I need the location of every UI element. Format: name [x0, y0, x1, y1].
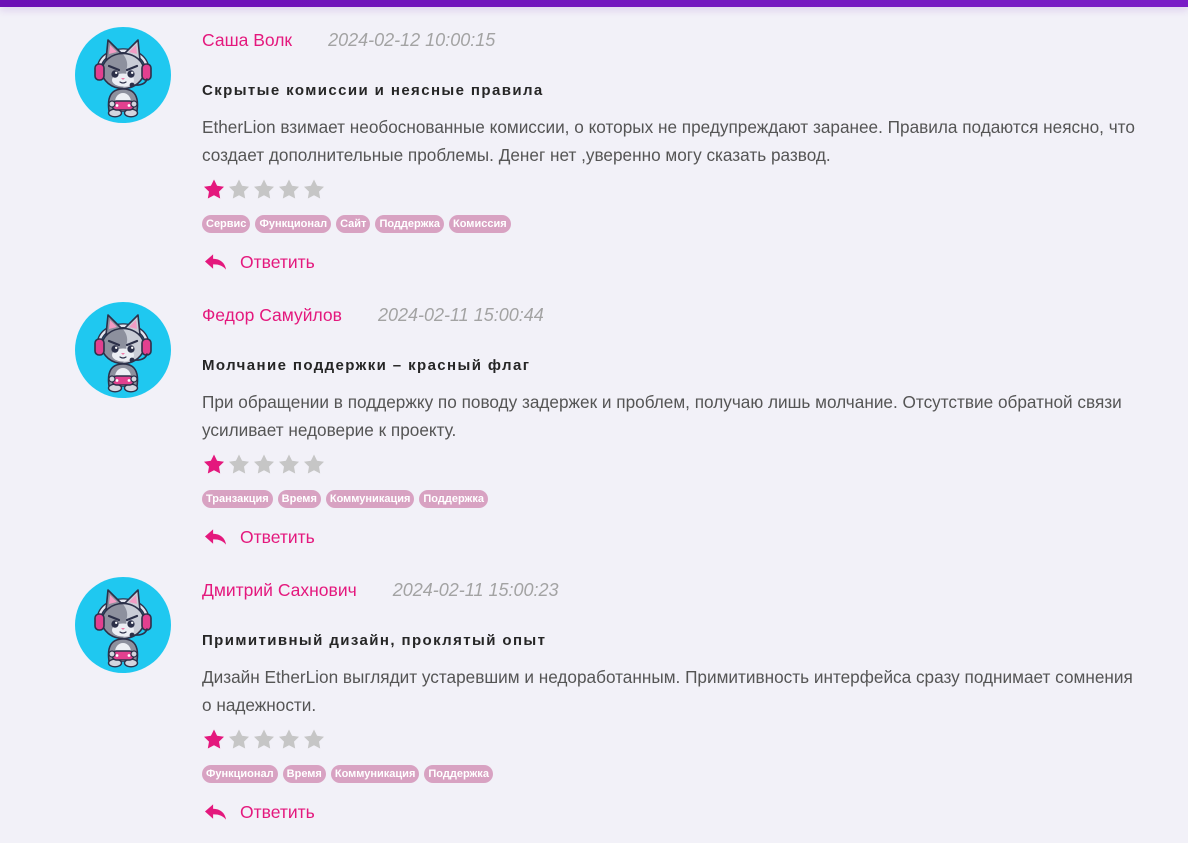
review-body: Дизайн EtherLion выглядит устаревшим и н…: [202, 663, 1188, 719]
star-empty-icon: [277, 728, 301, 752]
review-body-line: усиливает недоверие к проекту.: [202, 420, 457, 440]
review-meta: Федор Самуйлов 2024-02-11 15:00:44: [202, 303, 1188, 327]
star-empty-icon: [302, 178, 326, 202]
reply-arrow-icon[interactable]: [204, 528, 227, 546]
reply-arrow-icon[interactable]: [204, 253, 227, 271]
star-empty-icon: [302, 728, 326, 752]
tag-badge: Коммуникация: [330, 765, 420, 783]
review-author: Саша Волк: [202, 30, 293, 50]
review-card: Саша Волк 2024-02-12 10:00:15 Скрытые ко…: [0, 28, 1188, 275]
tag-badge: Поддержка: [424, 765, 493, 783]
review-body: При обращении в поддержку по поводу заде…: [202, 388, 1188, 444]
tag-badge: Сервис: [202, 215, 251, 233]
review-date: 2024-02-11 15:00:44: [377, 305, 544, 325]
review-tags: Транзакция Время Коммуникация Поддержка: [202, 490, 1188, 508]
star-empty-icon: [227, 453, 251, 477]
review-author: Дмитрий Сахнович: [202, 580, 357, 600]
review-title: Молчание поддержки – красный флаг: [202, 357, 531, 374]
tag-badge: Поддержка: [419, 490, 488, 508]
tag-badge: Комиссия: [449, 215, 511, 233]
review-title: Примитивный дизайн, проклятый опыт: [202, 632, 547, 649]
star-filled-icon: [202, 178, 226, 202]
reviews-list: Саша Волк 2024-02-12 10:00:15 Скрытые ко…: [0, 28, 1188, 825]
review-title: Скрытые комиссии и неясные правила: [202, 82, 544, 99]
review-body-line: создает дополнительные проблемы. Денег н…: [202, 145, 831, 165]
top-accent-bar: [0, 0, 1188, 7]
tag-badge: Время: [277, 490, 321, 508]
tag-badge: Транзакция: [202, 490, 273, 508]
star-empty-icon: [227, 728, 251, 752]
rating-stars: [202, 728, 1188, 752]
avatar: [75, 577, 171, 673]
reply-label[interactable]: Ответить: [240, 527, 315, 548]
star-empty-icon: [277, 453, 301, 477]
rating-stars: [202, 178, 1188, 202]
reply-button[interactable]: Ответить: [202, 525, 315, 549]
star-empty-icon: [252, 178, 276, 202]
tag-badge: Время: [282, 765, 326, 783]
star-empty-icon: [252, 453, 276, 477]
review-card: Дмитрий Сахнович 2024-02-11 15:00:23 При…: [0, 578, 1188, 825]
star-filled-icon: [202, 453, 226, 477]
review-card: Федор Самуйлов 2024-02-11 15:00:44 Молча…: [0, 303, 1188, 550]
review-meta: Саша Волк 2024-02-12 10:00:15: [202, 28, 1188, 52]
review-tags: Функционал Время Коммуникация Поддержка: [202, 765, 1188, 783]
reply-label[interactable]: Ответить: [240, 252, 315, 273]
reply-button[interactable]: Ответить: [202, 800, 315, 824]
tag-badge: Функционал: [255, 215, 332, 233]
avatar: [75, 302, 171, 398]
reply-button[interactable]: Ответить: [202, 250, 315, 274]
tag-badge: Функционал: [202, 765, 278, 783]
review-body-line: о надежности.: [202, 695, 317, 715]
avatar: [75, 27, 171, 123]
review-body-line: Дизайн EtherLion выглядит устаревшим и н…: [202, 667, 1133, 687]
review-tags: Сервис Функционал Сайт Поддержка Комисси…: [202, 215, 1188, 233]
review-author: Федор Самуйлов: [202, 305, 342, 325]
cat-gamer-avatar-icon: [75, 577, 171, 673]
tag-badge: Коммуникация: [325, 490, 415, 508]
tag-badge: Сайт: [336, 215, 371, 233]
reply-arrow-icon[interactable]: [204, 803, 227, 821]
rating-stars: [202, 453, 1188, 477]
cat-gamer-avatar-icon: [75, 302, 171, 398]
star-empty-icon: [252, 728, 276, 752]
star-empty-icon: [277, 178, 301, 202]
review-meta: Дмитрий Сахнович 2024-02-11 15:00:23: [202, 578, 1188, 602]
star-filled-icon: [202, 728, 226, 752]
reply-label[interactable]: Ответить: [240, 802, 315, 823]
star-empty-icon: [302, 453, 326, 477]
review-body-line: При обращении в поддержку по поводу заде…: [202, 392, 1122, 412]
review-date: 2024-02-12 10:00:15: [328, 30, 496, 50]
tag-badge: Поддержка: [375, 215, 445, 233]
star-empty-icon: [227, 178, 251, 202]
review-date: 2024-02-11 15:00:23: [392, 580, 559, 600]
review-body-line: EtherLion взимает необоснованные комисси…: [202, 117, 1135, 137]
cat-gamer-avatar-icon: [75, 27, 171, 123]
review-body: EtherLion взимает необоснованные комисси…: [202, 113, 1188, 169]
